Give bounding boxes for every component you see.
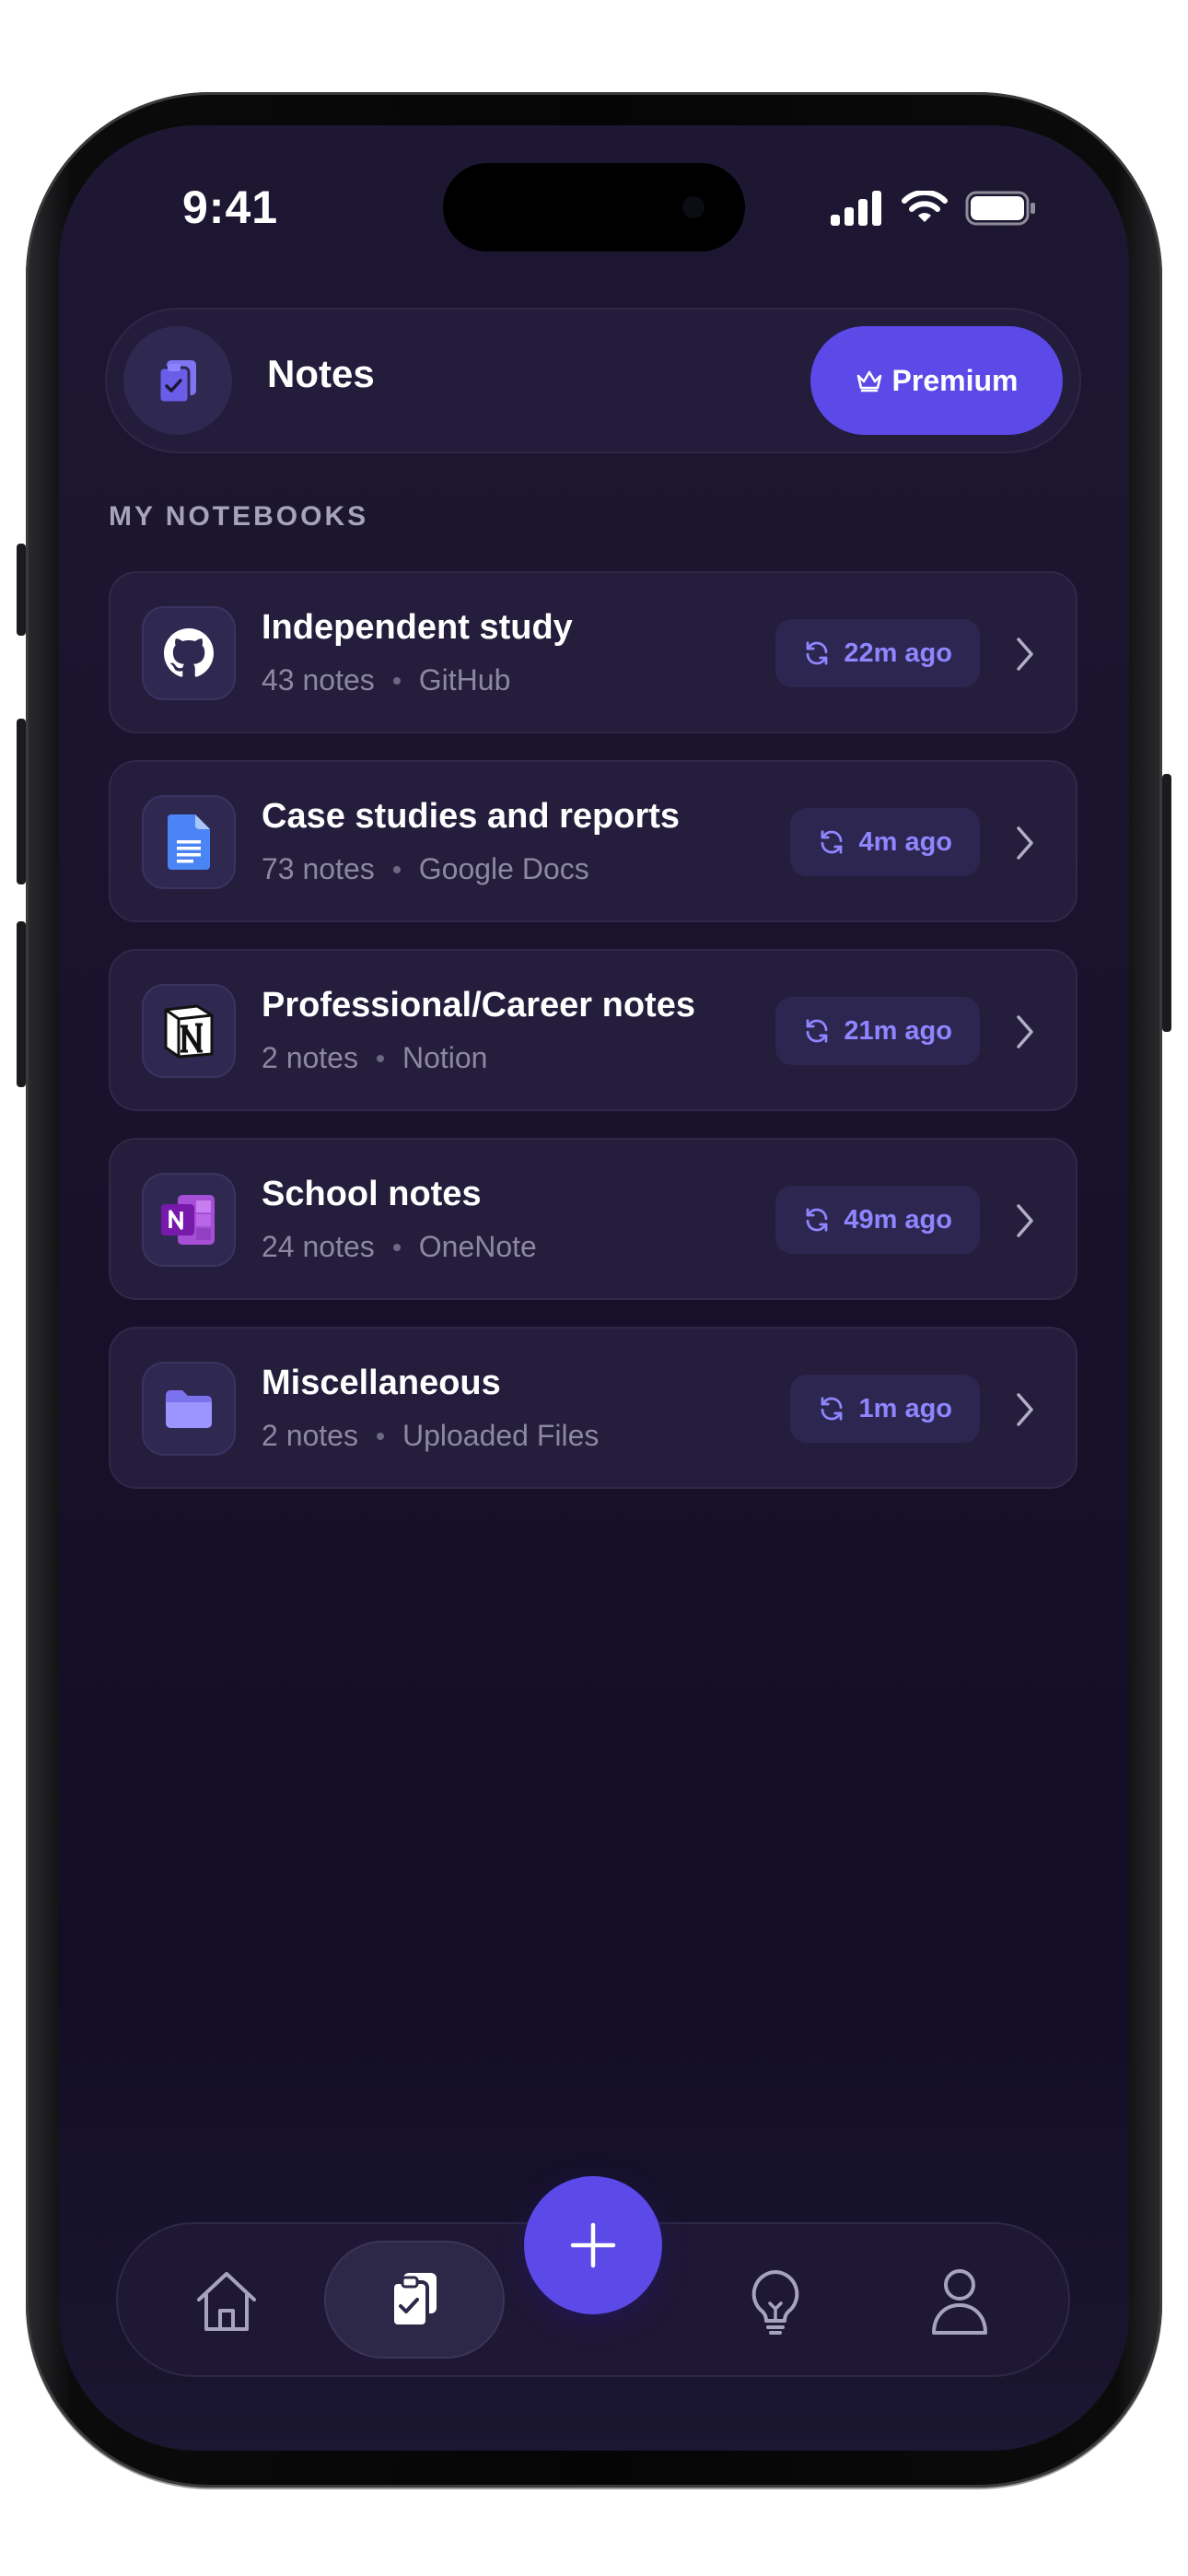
notebook-count: 2 notes bbox=[262, 1419, 358, 1452]
notebook-meta: 2 notes Notion bbox=[262, 1041, 487, 1075]
notebook-count: 73 notes bbox=[262, 852, 375, 885]
sync-icon bbox=[806, 1019, 828, 1043]
sync-badge: 49m ago bbox=[775, 1186, 980, 1254]
sync-icon bbox=[806, 1208, 828, 1232]
status-icons bbox=[831, 190, 1037, 227]
notebook-source: OneNote bbox=[418, 1230, 537, 1263]
sync-icon bbox=[806, 641, 828, 665]
notebook-source: Google Docs bbox=[418, 852, 589, 885]
notebook-count: 43 notes bbox=[262, 663, 375, 697]
sync-time: 1m ago bbox=[858, 1393, 952, 1423]
chevron-right-icon bbox=[1017, 1015, 1033, 1048]
signal-icon bbox=[831, 191, 881, 226]
notebook-source: Notion bbox=[402, 1041, 488, 1074]
sync-badge: 22m ago bbox=[775, 619, 980, 687]
sync-badge: 4m ago bbox=[790, 808, 980, 876]
app-screen: 9:41 Notes Premium MY NOTEBOOKS Independ… bbox=[59, 125, 1129, 2451]
plus-icon bbox=[570, 2222, 616, 2268]
power-button bbox=[1162, 774, 1171, 1032]
volume-down-button bbox=[17, 921, 26, 1087]
notebook-title: Case studies and reports bbox=[262, 797, 681, 836]
notebook-meta: 73 notes Google Docs bbox=[262, 852, 589, 886]
notebook-card[interactable]: Miscellaneous 2 notes Uploaded Files 1m … bbox=[109, 1327, 1077, 1489]
notebook-title: Miscellaneous bbox=[262, 1364, 501, 1402]
notebook-title: School notes bbox=[262, 1175, 482, 1213]
chevron-right-icon bbox=[1017, 1204, 1033, 1237]
chevron-right-icon bbox=[1017, 638, 1033, 671]
battery-icon bbox=[965, 191, 1035, 226]
notion-icon bbox=[142, 984, 236, 1078]
sync-icon bbox=[821, 1397, 843, 1421]
sync-badge: 1m ago bbox=[790, 1375, 980, 1443]
add-note-button[interactable] bbox=[524, 2176, 662, 2314]
action-button bbox=[17, 544, 26, 636]
lightbulb-icon bbox=[751, 2270, 799, 2335]
notebook-card[interactable]: School notes 24 notes OneNote 49m ago bbox=[109, 1138, 1077, 1300]
folder-icon bbox=[142, 1362, 236, 1456]
notebook-source: GitHub bbox=[418, 663, 511, 697]
wifi-icon bbox=[902, 191, 948, 222]
clipboard-check-icon bbox=[123, 326, 232, 435]
github-icon bbox=[142, 606, 236, 700]
notebook-card[interactable]: Independent study 43 notes GitHub 22m ag… bbox=[109, 571, 1077, 733]
notebook-card[interactable]: Case studies and reports 73 notes Google… bbox=[109, 760, 1077, 922]
notebook-meta: 24 notes OneNote bbox=[262, 1230, 537, 1264]
dynamic-island bbox=[443, 163, 745, 252]
notebook-count: 24 notes bbox=[262, 1230, 375, 1263]
notebook-title: Professional/Career notes bbox=[262, 986, 695, 1025]
tab-home[interactable] bbox=[168, 2242, 285, 2360]
status-time: 9:41 bbox=[182, 181, 279, 233]
sync-time: 4m ago bbox=[858, 826, 952, 857]
home-icon bbox=[197, 2272, 256, 2331]
clipboard-check-icon bbox=[390, 2273, 437, 2328]
sync-time: 22m ago bbox=[844, 638, 952, 668]
premium-label: Premium bbox=[891, 363, 1019, 397]
separator-dot bbox=[376, 1432, 384, 1440]
notebook-meta: 2 notes Uploaded Files bbox=[262, 1419, 599, 1453]
separator-dot bbox=[392, 1243, 401, 1251]
google-docs-icon bbox=[142, 795, 236, 889]
notebook-source: Uploaded Files bbox=[402, 1419, 600, 1452]
notebook-card[interactable]: Professional/Career notes 2 notes Notion… bbox=[109, 949, 1077, 1111]
tab-profile[interactable] bbox=[901, 2242, 1019, 2360]
separator-dot bbox=[392, 676, 401, 685]
notebook-list: Independent study 43 notes GitHub 22m ag… bbox=[109, 571, 1077, 1516]
notebook-count: 2 notes bbox=[262, 1041, 358, 1074]
separator-dot bbox=[392, 865, 401, 873]
sync-time: 49m ago bbox=[844, 1204, 952, 1235]
user-icon bbox=[932, 2269, 987, 2335]
onenote-icon bbox=[142, 1173, 236, 1267]
tab-notes[interactable] bbox=[324, 2241, 505, 2359]
volume-up-button bbox=[17, 719, 26, 884]
separator-dot bbox=[376, 1054, 384, 1062]
sync-icon bbox=[821, 830, 843, 854]
crown-icon bbox=[856, 370, 881, 392]
chevron-right-icon bbox=[1017, 1393, 1033, 1426]
camera-icon bbox=[682, 196, 705, 218]
app-header: Notes Premium bbox=[105, 308, 1081, 453]
sync-time: 21m ago bbox=[844, 1015, 952, 1046]
premium-button[interactable]: Premium bbox=[810, 326, 1063, 435]
tab-ideas[interactable] bbox=[716, 2242, 834, 2360]
section-label: MY NOTEBOOKS bbox=[109, 501, 369, 532]
page-title: Notes bbox=[267, 352, 375, 395]
notebook-title: Independent study bbox=[262, 608, 573, 647]
sync-badge: 21m ago bbox=[775, 997, 980, 1065]
chevron-right-icon bbox=[1017, 826, 1033, 860]
notebook-meta: 43 notes GitHub bbox=[262, 663, 510, 697]
